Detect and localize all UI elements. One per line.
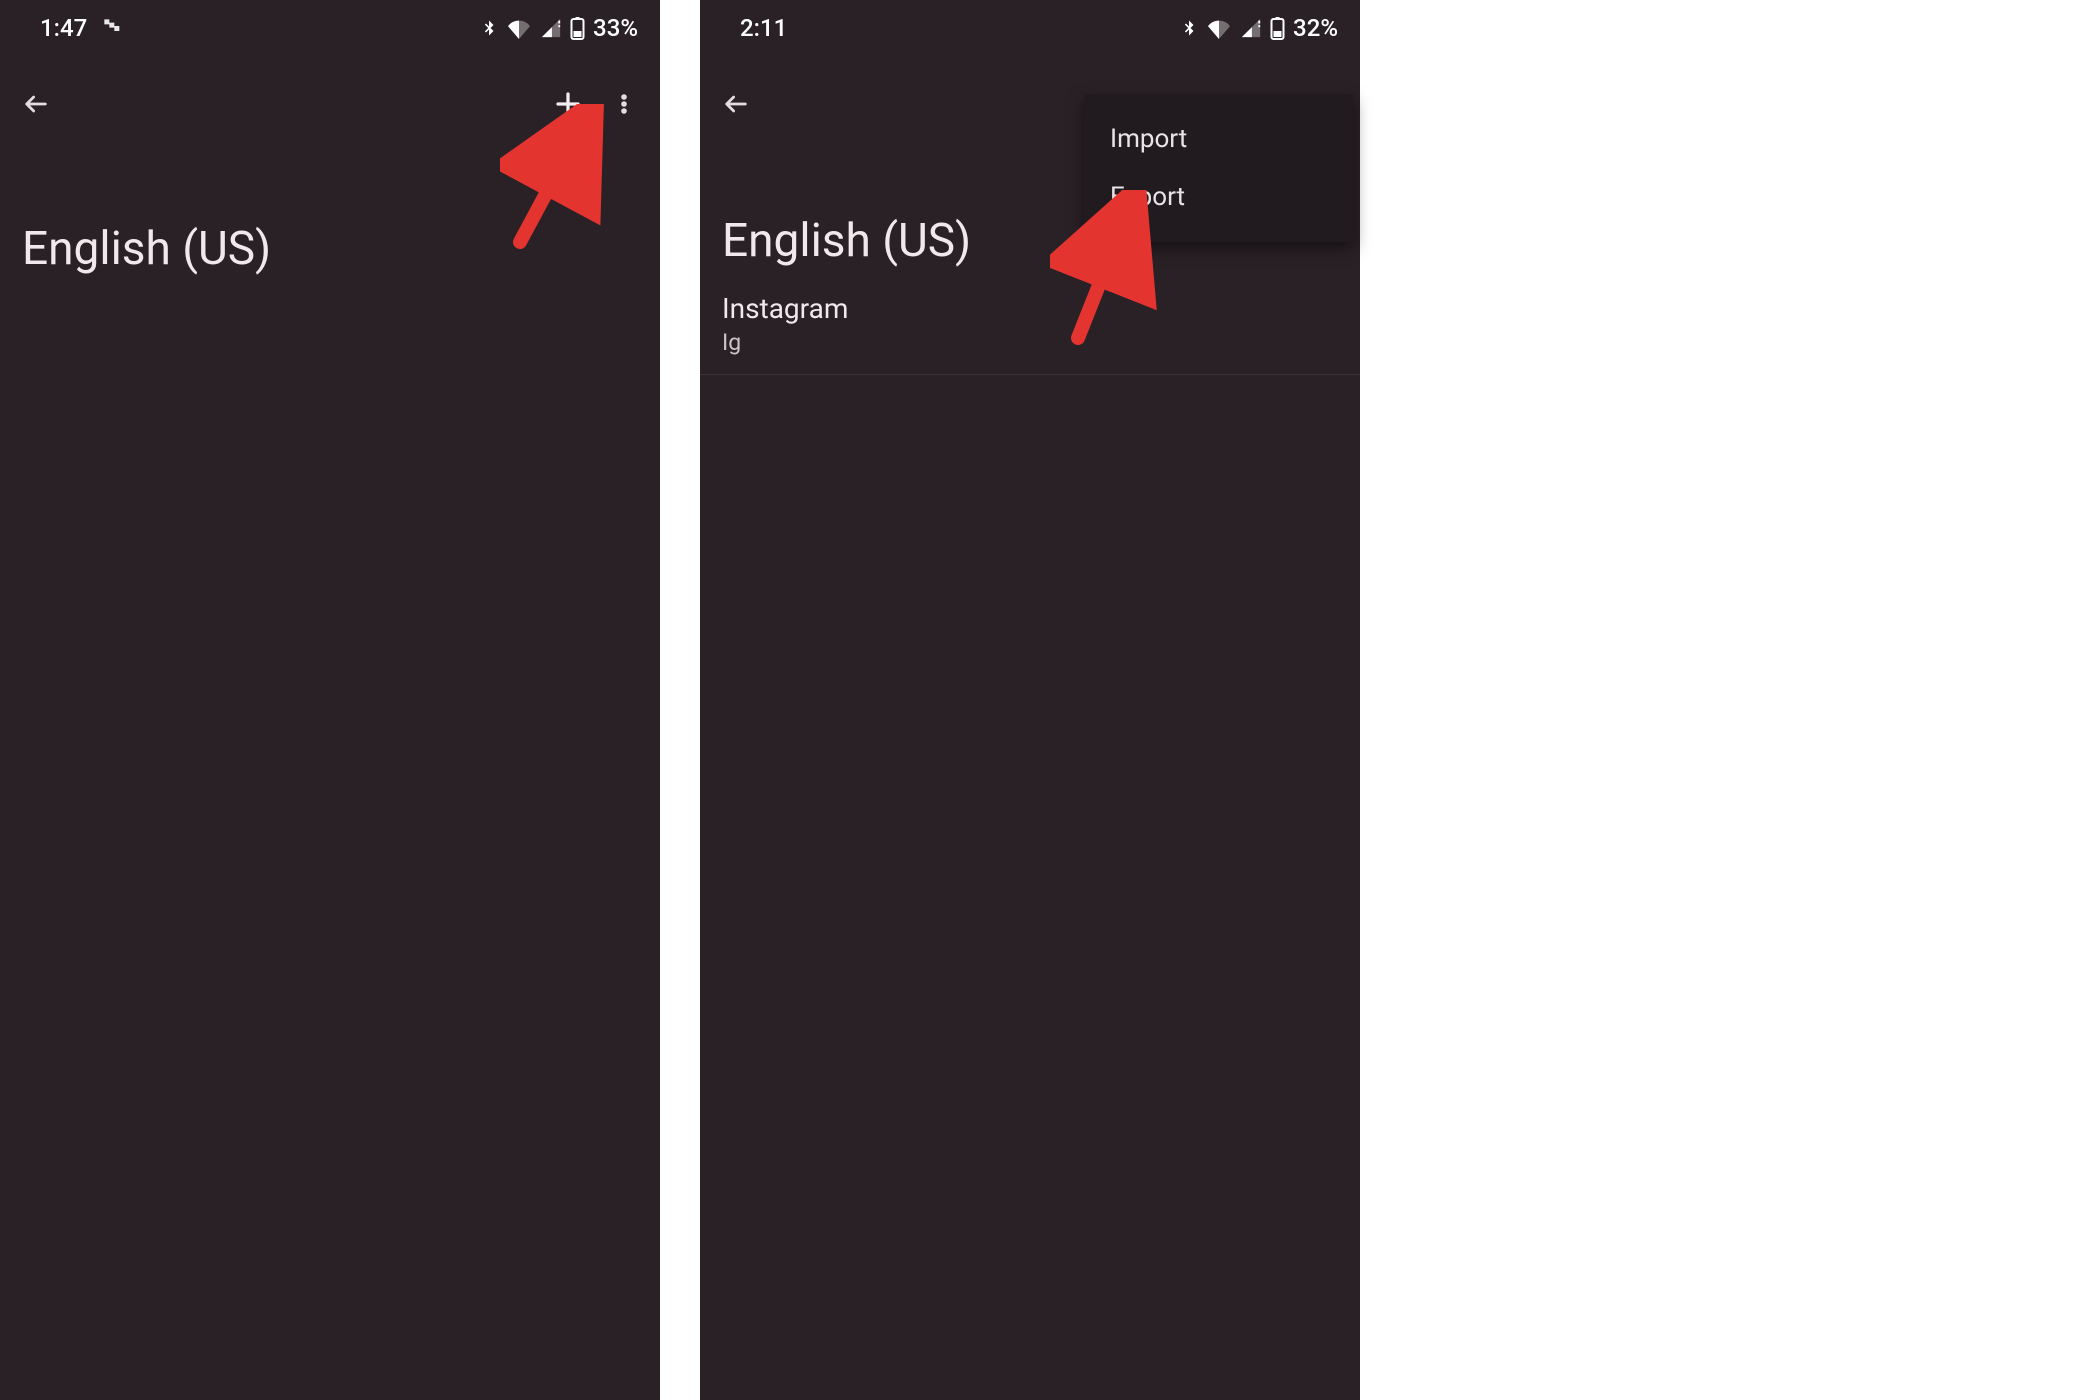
status-bar: 1:47 33% [0, 0, 660, 56]
back-button[interactable] [8, 76, 64, 132]
notification-icon [101, 14, 121, 42]
overflow-menu: Import Export [1084, 94, 1354, 242]
status-time: 1:47 [40, 14, 87, 42]
menu-item-export[interactable]: Export [1084, 168, 1354, 226]
bluetooth-icon [480, 16, 498, 40]
page-title: English (US) [0, 152, 660, 276]
status-bar: 2:11 32% [700, 0, 1360, 56]
back-button[interactable] [708, 76, 764, 132]
battery-icon [1270, 16, 1285, 40]
screenshot-left: 1:47 33% [0, 0, 660, 1400]
signal-icon [1240, 17, 1262, 39]
signal-icon [540, 17, 562, 39]
overflow-button[interactable] [596, 76, 652, 132]
bluetooth-icon [1180, 16, 1198, 40]
wifi-icon [506, 17, 532, 39]
battery-icon [570, 16, 585, 40]
status-battery-pct: 32% [1293, 14, 1338, 42]
entry-shortcut: Ig [722, 329, 1338, 356]
add-button[interactable] [540, 76, 596, 132]
menu-item-import[interactable]: Import [1084, 110, 1354, 168]
entry-word: Instagram [722, 292, 1338, 325]
dictionary-entry[interactable]: Instagram Ig [700, 268, 1360, 375]
wifi-icon [1206, 17, 1232, 39]
app-toolbar [0, 56, 660, 152]
screenshot-right: 2:11 32% [700, 0, 1360, 1400]
status-time: 2:11 [740, 14, 787, 42]
status-battery-pct: 33% [593, 14, 638, 42]
